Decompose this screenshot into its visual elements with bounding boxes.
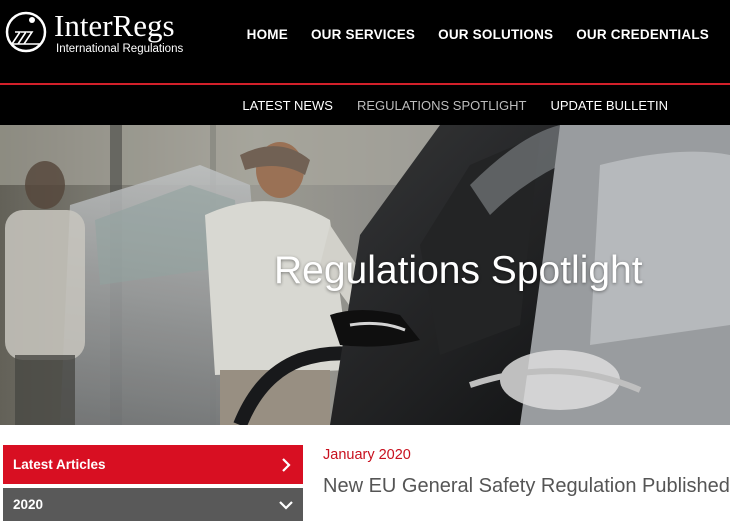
subnav-update-bulletin[interactable]: UPDATE BULLETIN	[550, 98, 668, 113]
article-preview: January 2020 New EU General Safety Regul…	[323, 447, 730, 498]
nav-our-solutions[interactable]: OUR SOLUTIONS	[438, 27, 553, 42]
sidebar-item-latest-articles[interactable]: Latest Articles	[3, 445, 303, 484]
main-nav: HOME OUR SERVICES OUR SOLUTIONS OUR CRED…	[247, 27, 730, 42]
article-title-link[interactable]: New EU General Safety Regulation Publish…	[323, 475, 730, 498]
brand-logo[interactable]: InterRegs International Regulations	[4, 10, 183, 56]
sub-nav: LATEST NEWS REGULATIONS SPOTLIGHT UPDATE…	[242, 98, 730, 113]
sidebar-item-label: 2020	[13, 497, 44, 512]
chevron-right-icon	[282, 457, 291, 472]
nav-home[interactable]: HOME	[247, 27, 288, 42]
hero-banner: Regulations Spotlight	[0, 125, 730, 425]
sub-nav-bar: LATEST NEWS REGULATIONS SPOTLIGHT UPDATE…	[0, 85, 730, 125]
sidebar-item-2020[interactable]: 2020	[3, 488, 303, 521]
subnav-regulations-spotlight[interactable]: REGULATIONS SPOTLIGHT	[357, 98, 527, 113]
sidebar: Latest Articles 2020	[3, 445, 303, 521]
nav-our-credentials[interactable]: OUR CREDENTIALS	[576, 27, 709, 42]
hero-title: Regulations Spotlight	[274, 249, 643, 292]
brand-name: InterRegs	[54, 8, 175, 43]
article-date: January 2020	[323, 447, 411, 463]
chevron-down-icon	[279, 500, 293, 510]
sidebar-item-label: Latest Articles	[13, 457, 106, 472]
site-header: InterRegs International Regulations HOME…	[0, 0, 730, 83]
brand-tagline: International Regulations	[56, 43, 184, 55]
subnav-latest-news[interactable]: LATEST NEWS	[242, 98, 333, 113]
interregs-logo-icon	[5, 11, 47, 53]
nav-our-services[interactable]: OUR SERVICES	[311, 27, 415, 42]
brand-text: InterRegs International Regulations	[54, 10, 183, 56]
